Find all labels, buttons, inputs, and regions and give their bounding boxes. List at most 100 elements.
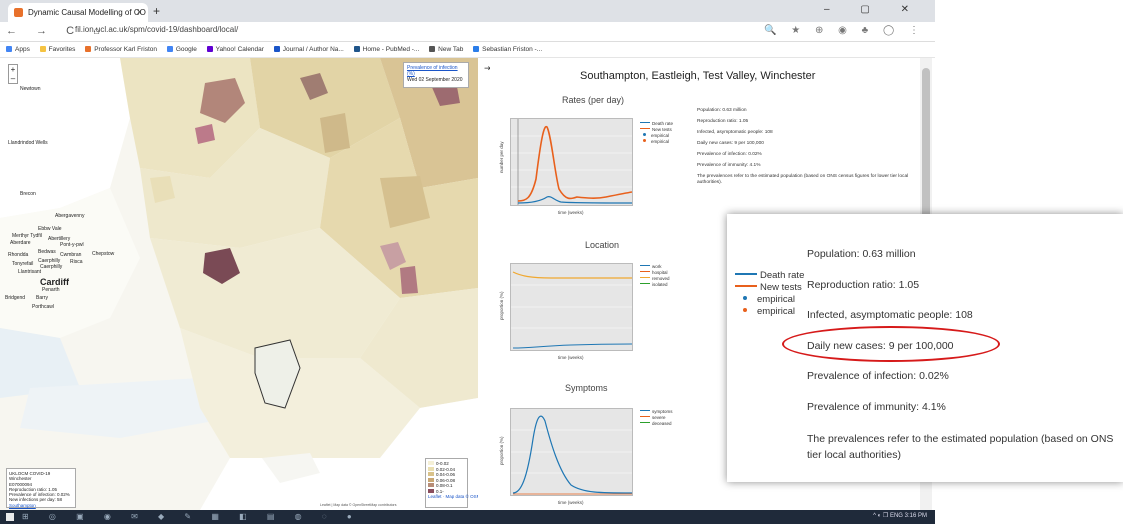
map-place-label: Brecon bbox=[20, 191, 36, 197]
legend-item: empirical bbox=[640, 139, 673, 145]
rates-xlabel: time (weeks) bbox=[558, 210, 584, 215]
start-icon[interactable] bbox=[6, 513, 14, 521]
rates-heading: Rates (per day) bbox=[562, 95, 625, 105]
zoom-stats: Population: 0.63 million Reproduction ra… bbox=[807, 248, 1113, 482]
bookmark-item[interactable]: Apps bbox=[6, 46, 30, 53]
map-place-label: Newtown bbox=[20, 86, 41, 92]
bookmark-icon bbox=[473, 46, 480, 52]
map-place-label: Porthcawl bbox=[32, 304, 54, 310]
map-place-label: Llantrisant bbox=[18, 269, 42, 275]
location-chart-svg bbox=[511, 271, 633, 349]
bookmark-item[interactable]: Professor Karl Friston bbox=[85, 46, 157, 53]
bookmark-icon bbox=[206, 46, 213, 52]
bookmark-icon bbox=[6, 46, 12, 52]
zoom-note: The prevalences refer to the estimated p… bbox=[807, 433, 1114, 461]
map-place-label: Bridgend bbox=[5, 295, 26, 301]
map-place-label: Abergavenny bbox=[55, 213, 85, 219]
rates-chart-svg bbox=[511, 119, 633, 205]
info-link[interactable]: Southampton bbox=[9, 503, 73, 508]
zoom-stat-asymptomatic: Infected, asymptomatic people: 108 bbox=[807, 309, 973, 321]
map-legend: 0-0.02 0.02-0.04 0.04-0.06 0.06-0.08 0.0… bbox=[425, 458, 478, 508]
map-place-label: Penarth bbox=[42, 287, 60, 293]
bookmark-icon bbox=[429, 46, 436, 52]
zoom-stat-infection: Prevalence of infection: 0.02% bbox=[807, 370, 949, 382]
new-tab-button[interactable]: + bbox=[153, 4, 160, 18]
map-place-label: Chepstow bbox=[92, 251, 115, 257]
location-legend: work hospital removed isolated bbox=[640, 264, 670, 288]
map-attribution[interactable]: Leaflet | Map data © OpenStreetMap contr… bbox=[320, 503, 396, 507]
system-tray[interactable]: ^ ◐ ❐ ENG 3:16 PM bbox=[873, 512, 927, 519]
symptoms-chart-svg bbox=[511, 415, 633, 495]
bookmark-icon bbox=[353, 46, 360, 52]
extension-icons[interactable]: 🔍 ★ ⊕ ◉ ♣ ◯ ⋮ bbox=[764, 25, 925, 36]
tab-close-icon[interactable]: × bbox=[137, 7, 142, 17]
map-place-label: Llandrindod Wells bbox=[8, 140, 48, 146]
bookmark-icon bbox=[166, 46, 173, 52]
map-place-label: Barry bbox=[36, 295, 48, 301]
symptoms-ylabel: proportion (%) bbox=[499, 436, 504, 465]
scrollbar-thumb[interactable] bbox=[922, 68, 930, 238]
zoom-stat-reproduction: Reproduction ratio: 1.05 bbox=[807, 278, 920, 291]
bookmark-icon bbox=[273, 46, 280, 52]
stat-reproduction: Reproduction ratio: 1.05 bbox=[697, 119, 749, 124]
zoom-stat-immunity: Prevalence of immunity: 4.1% bbox=[807, 400, 946, 413]
browser-tab[interactable]: Dynamic Causal Modelling of CO × bbox=[8, 3, 148, 22]
stat-asymptomatic: Infected, asymptomatic people: 108 bbox=[697, 130, 773, 135]
zoom-in-button[interactable]: + bbox=[9, 65, 17, 74]
symptoms-xlabel: time (weeks) bbox=[558, 500, 584, 505]
symptoms-legend: symptoms severe deceased bbox=[640, 409, 673, 427]
map-place-label: Aberdare bbox=[10, 240, 31, 246]
bookmark-item[interactable]: Yahoo! Calendar bbox=[206, 46, 264, 53]
dashboard-title: Southampton, Eastleigh, Test Valley, Win… bbox=[580, 70, 816, 82]
legend-footer[interactable]: Leaflet · Map data © OSM bbox=[428, 494, 478, 500]
legend-item: deceased bbox=[640, 421, 673, 427]
bookmark-icon bbox=[39, 46, 46, 52]
location-xlabel: time (weeks) bbox=[558, 355, 584, 360]
bookmark-item[interactable]: Journal / Author Na... bbox=[273, 46, 344, 53]
tab-bar: Dynamic Causal Modelling of CO × + – ▢ ✕ bbox=[0, 0, 935, 22]
tooltip-title-link[interactable]: Prevalence of infection (%) bbox=[407, 65, 458, 77]
rates-plot bbox=[510, 118, 633, 206]
stat-immunity: Prevalence of immunity: 4.1% bbox=[697, 163, 761, 168]
address-bar-row: ← → C ⌂ fil.ion.ucl.ac.uk/spm/covid-19/d… bbox=[0, 22, 935, 42]
map-regions[interactable] bbox=[0, 58, 478, 510]
tooltip-date: Wed 02 September 2020 bbox=[407, 77, 463, 83]
choropleth-map[interactable]: + – Newtown Llandrindod Wells Brecon Abe… bbox=[0, 58, 478, 510]
stat-daily-cases: Daily new cases: 9 per 100,000 bbox=[697, 141, 764, 146]
symptoms-plot bbox=[510, 408, 633, 496]
bookmark-item[interactable]: New Tab bbox=[429, 46, 463, 53]
legend-item: New tests bbox=[735, 282, 804, 294]
map-zoom-control[interactable]: + – bbox=[8, 64, 18, 84]
map-info-box: UKLOCM COVID-19 Winchester E07000094 Rep… bbox=[6, 468, 76, 508]
tab-favicon-icon bbox=[14, 8, 23, 17]
screen: Dynamic Causal Modelling of CO × + – ▢ ✕… bbox=[0, 0, 1123, 524]
zoom-out-button[interactable]: – bbox=[9, 74, 17, 83]
map-place-label: Risca bbox=[70, 259, 83, 265]
bookmark-item[interactable]: Home - PubMed -... bbox=[353, 46, 419, 53]
map-place-label: Cwmbran bbox=[60, 252, 82, 258]
location-plot bbox=[510, 263, 633, 351]
stat-note: The prevalences refer to the estimated p… bbox=[697, 174, 909, 185]
zoom-stat-population: Population: 0.63 million bbox=[807, 248, 916, 260]
taskbar-app-icons[interactable]: ⊞ ◎ ▣ ◉ ✉ ◆ ✎ ▦ ◧ ▤ ◍ ◌ ● bbox=[22, 512, 361, 521]
bookmark-icon bbox=[85, 46, 92, 52]
highlight-ellipse bbox=[782, 326, 1000, 362]
bookmark-item[interactable]: Sebastian Friston -... bbox=[473, 46, 542, 53]
url-field[interactable]: fil.ion.ucl.ac.uk/spm/covid-19/dashboard… bbox=[75, 25, 238, 34]
bookmark-item[interactable]: Favorites bbox=[39, 46, 75, 53]
dashboard-stats: Population: 0.63 million Reproduction ra… bbox=[697, 108, 917, 192]
bookmarks-bar: Apps Favorites Professor Karl Friston Go… bbox=[0, 42, 935, 58]
legend-item: empirical bbox=[735, 306, 804, 318]
legend-item: Death rate bbox=[735, 270, 804, 282]
map-place-label: Tonyrefail bbox=[12, 261, 34, 267]
location-ylabel: proportion (%) bbox=[499, 291, 504, 320]
stat-population: Population: 0.63 million bbox=[697, 108, 747, 113]
zoom-legend: Death rate New tests empirical empirical bbox=[735, 270, 804, 318]
map-place-label: Caerphilly bbox=[40, 264, 63, 270]
map-tooltip: Prevalence of infection (%) Wed 02 Septe… bbox=[403, 62, 469, 88]
window-controls[interactable]: – ▢ ✕ bbox=[824, 4, 923, 15]
stat-infection: Prevalence of infection: 0.02% bbox=[697, 152, 762, 157]
bookmark-item[interactable]: Google bbox=[166, 46, 197, 53]
map-place-label: Merthyr Tydfil bbox=[12, 233, 42, 239]
map-place-label: Bedwas bbox=[38, 249, 56, 255]
